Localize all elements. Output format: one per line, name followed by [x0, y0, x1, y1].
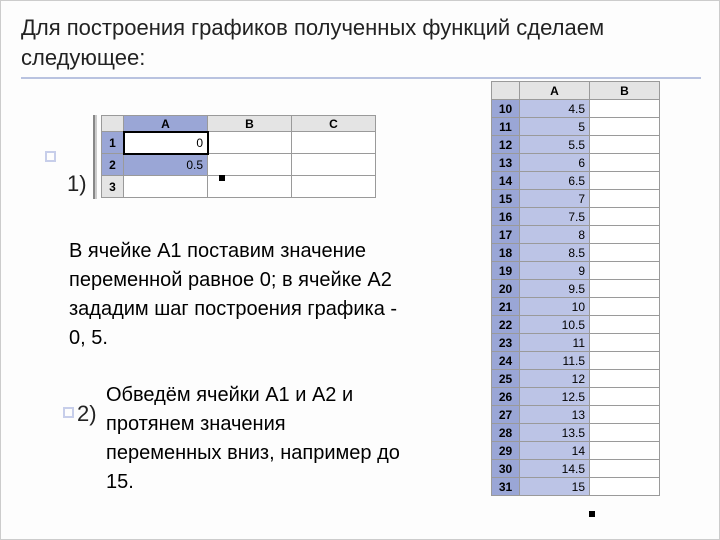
cell[interactable]	[590, 262, 660, 280]
divider	[21, 77, 701, 79]
row-header-2[interactable]: 2	[102, 154, 124, 176]
step-1-label: 1)	[67, 171, 87, 197]
cell[interactable]	[590, 190, 660, 208]
accent-square-icon	[63, 407, 74, 418]
row-header[interactable]: 25	[492, 370, 520, 388]
cell[interactable]: 9	[520, 262, 590, 280]
cell[interactable]: 10	[520, 298, 590, 316]
cell[interactable]: 14	[520, 442, 590, 460]
row-header-3[interactable]: 3	[102, 176, 124, 198]
cell[interactable]	[590, 208, 660, 226]
cell[interactable]	[590, 316, 660, 334]
row-header[interactable]: 14	[492, 172, 520, 190]
cell[interactable]	[590, 226, 660, 244]
cell[interactable]: 7	[520, 190, 590, 208]
row-header[interactable]: 22	[492, 316, 520, 334]
row-header[interactable]: 17	[492, 226, 520, 244]
row-header[interactable]: 12	[492, 136, 520, 154]
cell[interactable]	[590, 298, 660, 316]
cell[interactable]	[590, 100, 660, 118]
cell[interactable]	[590, 136, 660, 154]
cell[interactable]: 15	[520, 478, 590, 496]
row-header[interactable]: 11	[492, 118, 520, 136]
cell[interactable]: 12	[520, 370, 590, 388]
accent-square-icon	[45, 151, 56, 162]
row-header[interactable]: 30	[492, 460, 520, 478]
step-1-text: В ячейке А1 поставим значение переменной…	[69, 237, 419, 353]
col-header-a[interactable]: A	[124, 116, 208, 132]
cell[interactable]: 11.5	[520, 352, 590, 370]
row-header[interactable]: 18	[492, 244, 520, 262]
cell[interactable]	[590, 388, 660, 406]
cell[interactable]	[590, 478, 660, 496]
cell[interactable]: 5	[520, 118, 590, 136]
cell-a3[interactable]	[124, 176, 208, 198]
cell-a2[interactable]: 0.5	[124, 154, 208, 176]
row-header[interactable]: 28	[492, 424, 520, 442]
cell[interactable]: 13.5	[520, 424, 590, 442]
cell[interactable]: 8.5	[520, 244, 590, 262]
spreadsheet-side-border	[93, 115, 97, 199]
row-header[interactable]: 21	[492, 298, 520, 316]
corner-cell[interactable]	[492, 82, 520, 100]
spreadsheet-small: A B C 1 0 2 0.5 3	[101, 115, 376, 198]
cell-b2[interactable]	[208, 154, 292, 176]
row-header-1[interactable]: 1	[102, 132, 124, 154]
cell[interactable]	[590, 352, 660, 370]
cell[interactable]: 13	[520, 406, 590, 424]
cell[interactable]	[590, 154, 660, 172]
row-header[interactable]: 29	[492, 442, 520, 460]
row-header[interactable]: 13	[492, 154, 520, 172]
col-header-b[interactable]: B	[208, 116, 292, 132]
fill-handle-icon[interactable]	[219, 175, 225, 181]
cell[interactable]	[590, 406, 660, 424]
spreadsheet-big: A B 104.5 115 125.5 136 146.5 157 167.5 …	[491, 81, 660, 496]
page-title: Для построения графиков полученных функц…	[21, 13, 661, 72]
cell[interactable]	[590, 172, 660, 190]
cell[interactable]: 12.5	[520, 388, 590, 406]
cell[interactable]: 6.5	[520, 172, 590, 190]
cell-b1[interactable]	[208, 132, 292, 154]
corner-cell[interactable]	[102, 116, 124, 132]
cell[interactable]	[590, 244, 660, 262]
row-header[interactable]: 15	[492, 190, 520, 208]
row-header[interactable]: 24	[492, 352, 520, 370]
row-header[interactable]: 31	[492, 478, 520, 496]
cell[interactable]	[590, 334, 660, 352]
row-header[interactable]: 27	[492, 406, 520, 424]
step-2-label: 2)	[77, 401, 97, 427]
cell[interactable]: 8	[520, 226, 590, 244]
cell[interactable]: 10.5	[520, 316, 590, 334]
cell[interactable]: 7.5	[520, 208, 590, 226]
cell[interactable]: 4.5	[520, 100, 590, 118]
cell[interactable]	[590, 442, 660, 460]
cell[interactable]: 6	[520, 154, 590, 172]
cell[interactable]	[590, 370, 660, 388]
row-header[interactable]: 26	[492, 388, 520, 406]
cell-c1[interactable]	[292, 132, 376, 154]
row-header[interactable]: 23	[492, 334, 520, 352]
row-header[interactable]: 19	[492, 262, 520, 280]
row-header[interactable]: 10	[492, 100, 520, 118]
cell[interactable]: 5.5	[520, 136, 590, 154]
cell[interactable]	[590, 424, 660, 442]
cell-c2[interactable]	[292, 154, 376, 176]
fill-handle-icon[interactable]	[589, 511, 595, 517]
cell[interactable]: 14.5	[520, 460, 590, 478]
cell[interactable]	[590, 280, 660, 298]
cell[interactable]: 9.5	[520, 280, 590, 298]
cell[interactable]	[590, 118, 660, 136]
cell-a1[interactable]: 0	[124, 132, 208, 154]
col-header-b[interactable]: B	[590, 82, 660, 100]
col-header-c[interactable]: C	[292, 116, 376, 132]
cell[interactable]	[590, 460, 660, 478]
cell-c3[interactable]	[292, 176, 376, 198]
step-2-text: Обведём ячейки А1 и А2 и протянем значен…	[106, 381, 406, 497]
row-header[interactable]: 16	[492, 208, 520, 226]
cell[interactable]: 11	[520, 334, 590, 352]
row-header[interactable]: 20	[492, 280, 520, 298]
col-header-a[interactable]: A	[520, 82, 590, 100]
